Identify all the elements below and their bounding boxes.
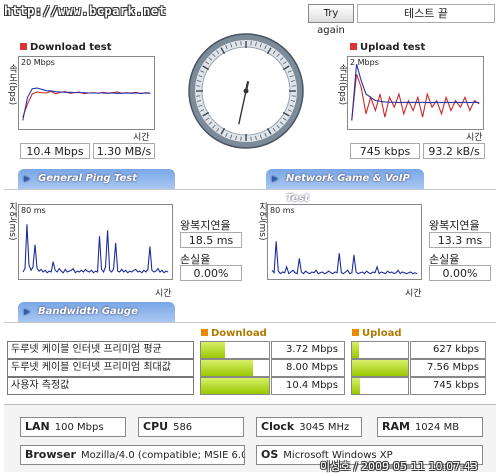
cpu-label: CPU — [143, 420, 169, 433]
gauge-download-fill — [201, 360, 254, 376]
ping-scale-label: 80 ms — [21, 206, 46, 215]
gauge-download-value: 10.4 Mbps — [271, 377, 345, 395]
ram-info: RAM 1024 MB — [377, 417, 483, 437]
ram-value: 1024 MB — [414, 422, 460, 433]
game-chart — [267, 204, 422, 280]
game-scale-label: 80 ms — [270, 206, 295, 215]
game-rtt-value: 13.3 ms — [429, 232, 491, 248]
clock-info: Clock 3045 MHz — [256, 417, 362, 437]
speed-dial — [188, 33, 304, 149]
gauge-upload-value: 627 kbps — [410, 341, 486, 359]
browser-info: Browser Mozilla/4.0 (compatible; MSIE 6.0 — [20, 445, 245, 465]
gauge-upload-fill — [352, 342, 359, 358]
gauge-upload-value: 7.56 Mbps — [410, 359, 486, 377]
upload-series-line-1 — [351, 64, 480, 121]
download-bullet-icon — [20, 43, 27, 50]
lan-label: LAN — [25, 420, 50, 433]
download-mbps-value: 10.4 Mbps — [20, 143, 90, 159]
upload-chart — [347, 56, 484, 130]
browser-label: Browser — [25, 448, 76, 461]
gauge-upload-fill — [352, 378, 360, 394]
ping-x-axis-label: 시간 — [155, 289, 172, 299]
ping-chart — [18, 204, 173, 280]
ping-loss-value: 0.00% — [180, 265, 242, 281]
divider — [4, 189, 496, 190]
lan-value: 100 Mbps — [54, 422, 104, 433]
gauge-download-bar — [200, 359, 270, 377]
upload-bullet-icon — [350, 43, 357, 50]
gauge-download-header-text: Download — [211, 328, 267, 339]
tab-network-game-voip[interactable]: Network Game & VoIP Test — [266, 169, 424, 204]
gauge-upload-value: 745 kbps — [410, 377, 486, 395]
upload-header-icon — [352, 329, 359, 336]
tab-general-ping[interactable]: General Ping Test — [18, 169, 175, 189]
ping-series-line-0 — [22, 224, 169, 274]
ping-rtt-value: 18.5 ms — [180, 232, 242, 248]
upload-scale-label: 2 Mbps — [350, 58, 379, 67]
tab-bandwidth-gauge[interactable]: Bandwidth Gauge — [18, 302, 175, 322]
gauge-row-label: 두루넷 케이블 인터넷 프리미엄 평균 — [7, 341, 194, 359]
game-series-line-0 — [271, 241, 418, 275]
upload-kbps-value: 745 kbps — [350, 143, 420, 159]
status-field: 테스트 끝 — [357, 4, 495, 23]
try-again-button[interactable]: Try again — [308, 4, 354, 36]
clock-value: 3045 MHz — [299, 422, 350, 433]
cpu-value: 586 — [173, 422, 193, 433]
download-chart — [18, 56, 155, 130]
ping-rtt-label: 왕복지연율 — [180, 219, 231, 232]
divider — [4, 322, 496, 323]
download-mbytes-value: 1.30 MB/s — [93, 143, 155, 159]
download-x-axis-label: 시간 — [133, 133, 150, 143]
clock-label: Clock — [261, 420, 295, 433]
gauge-upload-bar — [351, 377, 409, 395]
gauge-row-label: 두루넷 케이블 인터넷 프리미엄 최대값 — [7, 359, 194, 377]
ram-label: RAM — [382, 420, 410, 433]
gauge-upload-bar — [351, 359, 409, 377]
browser-value: Mozilla/4.0 (compatible; MSIE 6.0 — [80, 450, 245, 461]
timestamp-watermark: 이성호 / 2009-05-11 10:07:43 — [320, 460, 478, 473]
download-series-line-0 — [22, 90, 151, 118]
os-label: OS — [261, 448, 279, 461]
game-rtt-label: 왕복지연율 — [429, 219, 480, 232]
gauge-upload-header: Upload — [352, 328, 401, 339]
gauge-download-header: Download — [201, 328, 267, 339]
upload-title-text: Upload test — [360, 42, 426, 53]
upload-title: Upload test — [350, 42, 425, 53]
gauge-download-value: 8.00 Mbps — [271, 359, 345, 377]
download-scale-label: 20 Mbps — [21, 58, 55, 67]
game-loss-value: 0.00% — [429, 265, 491, 281]
gauge-download-bar — [200, 377, 270, 395]
upload-kbytes-value: 93.2 kB/s — [423, 143, 485, 159]
gauge-download-bar — [200, 341, 270, 359]
lan-info: LAN 100 Mbps — [20, 417, 126, 437]
dial-hub — [243, 88, 249, 94]
gauge-download-fill — [201, 342, 226, 358]
gauge-upload-header-text: Upload — [362, 328, 402, 339]
gauge-download-fill — [201, 378, 269, 394]
gauge-download-value: 3.72 Mbps — [271, 341, 345, 359]
site-url: http://www.bcpark.net — [4, 4, 167, 18]
game-x-axis-label: 시간 — [405, 289, 422, 299]
download-title-text: Download test — [30, 42, 112, 53]
upload-x-axis-label: 시간 — [466, 133, 483, 143]
download-title: Download test — [20, 42, 112, 53]
gauge-upload-bar — [351, 341, 409, 359]
cpu-info: CPU 586 — [138, 417, 244, 437]
gauge-row-label: 사용자 측정값 — [7, 377, 194, 395]
download-header-icon — [201, 329, 208, 336]
gauge-upload-fill — [352, 360, 408, 376]
